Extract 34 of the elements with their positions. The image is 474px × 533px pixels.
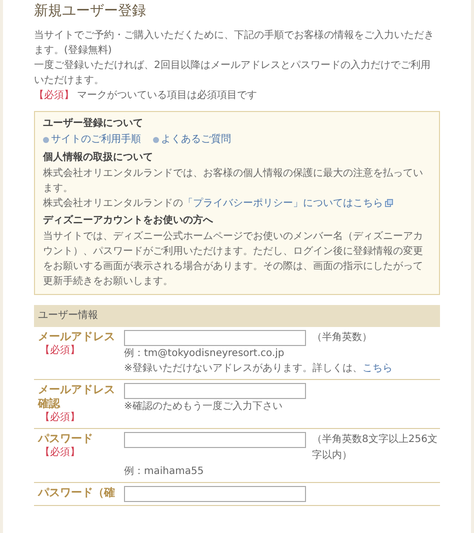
- info-text: 当サイトでは、ディズニー公式ホームページでお使いのメンバー名（ディズニーアカウント）、パスワードがご利用いただけます。ただし、ログイン後に登録情報の変更をお願いする画面が表示される場合があります。その際は、画面の指示にしたがって更新手続きをお願いします。: [43, 230, 424, 289]
- external-link-icon: [385, 199, 393, 208]
- info-text: 株式会社オリエンタルランドの「プライバシーポリシー」についてはこちら: [43, 196, 431, 211]
- section-heading: ディズニーアカウントをお使いの方へ: [43, 214, 214, 228]
- required-mark: 【必須】: [34, 90, 74, 101]
- info-text: 株式会社オリエンタルランドでは、お客様の個人情報の保護に最大の注意を払っています。: [43, 166, 424, 196]
- field-note: 例：maihama55: [124, 465, 205, 479]
- help-link[interactable]: よくあるご質問: [153, 132, 231, 148]
- required-mark: 【必須】: [39, 344, 81, 358]
- page-title: 新規ユーザー登録: [34, 2, 147, 20]
- input-field[interactable]: [124, 486, 306, 502]
- section-header: ユーザー情報: [34, 305, 440, 327]
- details-link[interactable]: こちら: [362, 363, 392, 374]
- field-note: ※確認のためもう一度ご入力下さい: [124, 400, 284, 414]
- input-field[interactable]: [124, 432, 306, 448]
- input-field[interactable]: [124, 383, 306, 399]
- help-link[interactable]: サイトのご利用手順: [43, 132, 141, 148]
- field-note: 例：tm@tokyodisneyresort.co.jp: [124, 347, 286, 361]
- field-label: メールアドレス: [38, 330, 115, 343]
- field-note: ※登録いただけないアドレスがあります。詳しくは、こちら: [124, 362, 394, 376]
- field-hint: （半角英数8文字以上256文字以内）: [312, 432, 438, 463]
- required-mark: 【必須】: [39, 446, 81, 460]
- intro-text: 一度ご登録いただければ、2回目以降はメールアドレスとパスワードの入力だけでご利用いただけます。: [34, 58, 432, 88]
- section-heading: ユーザー登録について: [43, 117, 144, 131]
- field-label: パスワード（確: [38, 486, 115, 499]
- field-hint: （半角英数）: [312, 330, 372, 345]
- intro-text: 当サイトでご予約・ご購入いただくために、下記の手順でお客様の情報をご入力いただきます。(登録無料): [34, 28, 435, 58]
- policy-link[interactable]: 「プライバシーポリシー」についてはこちら: [183, 198, 393, 209]
- field-label: メールアドレス確認: [38, 383, 115, 410]
- input-field[interactable]: [124, 330, 306, 346]
- required-mark: 【必須】: [39, 411, 81, 425]
- required-note: マークがついている項目は必須項目です: [77, 90, 258, 101]
- field-label: パスワード: [38, 432, 93, 445]
- section-heading: 個人情報の取扱について: [43, 151, 154, 165]
